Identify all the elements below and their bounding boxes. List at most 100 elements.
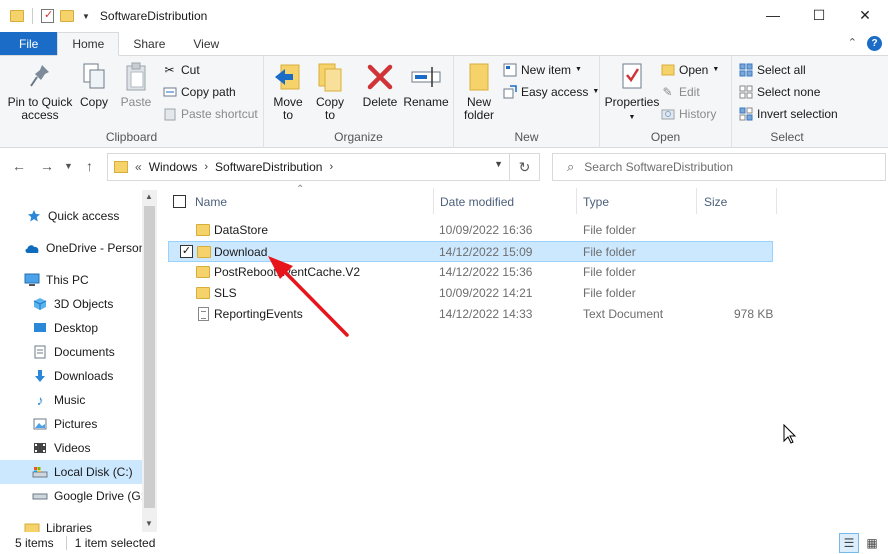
forward-arrow-icon[interactable]: → [40, 158, 54, 174]
recent-locations-chevron-icon[interactable]: ▼ [64, 161, 73, 171]
sidebar-item-quick-access[interactable]: Quick access [0, 204, 142, 228]
up-arrow-icon[interactable]: ↑ [86, 158, 93, 174]
copy-to-icon [314, 60, 346, 94]
delete-button[interactable]: Delete [360, 60, 400, 109]
file-row-reportingevents[interactable]: ReportingEvents 14/12/2022 14:33 Text Do… [168, 304, 773, 325]
breadcrumb-softwaredistribution[interactable]: SoftwareDistribution [215, 160, 322, 174]
column-header-name[interactable]: Name [195, 186, 227, 218]
new-item-button[interactable]: New item ▼ [502, 62, 582, 77]
open-button[interactable]: Open ▼ [660, 62, 719, 77]
minimize-button[interactable]: — [750, 0, 796, 30]
new-folder-button[interactable]: New folder [460, 60, 498, 122]
refresh-icon[interactable]: ↻ [510, 153, 540, 181]
close-button[interactable]: ✕ [842, 0, 888, 30]
copy-path-button[interactable]: Copy path [162, 84, 236, 99]
sidebar-item-3d-objects[interactable]: 3D Objects [0, 292, 142, 316]
select-all-checkbox[interactable] [173, 195, 186, 208]
select-none-button[interactable]: Select none [738, 84, 820, 99]
invert-selection-button[interactable]: Invert selection [738, 106, 838, 121]
sidebar-scrollbar[interactable]: ▲ ▼ [142, 190, 157, 532]
details-view-icon[interactable]: ☰ [839, 533, 859, 553]
properties-icon[interactable] [41, 8, 54, 23]
column-divider[interactable] [696, 188, 697, 214]
divider [32, 8, 33, 24]
move-to-button[interactable]: Move to [270, 60, 306, 122]
column-divider[interactable] [433, 188, 434, 214]
cube-icon [32, 297, 48, 311]
file-row-datastore[interactable]: DataStore 10/09/2022 16:36 File folder [168, 220, 773, 241]
row-checkbox-checked[interactable]: ✓ [180, 245, 193, 258]
tab-home[interactable]: Home [57, 32, 120, 56]
new-group: New folder New item ▼ Easy access ▼ New [454, 56, 600, 148]
column-header-date[interactable]: Date modified [440, 186, 514, 218]
invert-selection-label: Invert selection [757, 106, 838, 121]
search-input[interactable] [584, 160, 865, 174]
column-divider[interactable] [776, 188, 777, 214]
sidebar-item-libraries[interactable]: Libraries [0, 516, 142, 532]
scrollbar-thumb[interactable] [144, 206, 155, 508]
address-bar[interactable]: « Windows › SoftwareDistribution › ▼ [107, 153, 510, 181]
tab-file[interactable]: File [0, 32, 58, 55]
file-type: Text Document [583, 307, 664, 321]
open-folder-icon [660, 62, 675, 77]
sidebar-item-music[interactable]: ♪ Music [0, 388, 142, 412]
select-all-button[interactable]: Select all [738, 62, 806, 77]
ribbon-options: ⌃ ? [848, 36, 882, 51]
edit-label: Edit [679, 84, 700, 99]
new-folder-icon[interactable] [60, 10, 74, 22]
pin-to-quick-access-button[interactable]: Pin to Quick access [6, 60, 74, 122]
sidebar-item-label: Pictures [54, 417, 98, 431]
copy-to-button[interactable]: Copy to [312, 60, 348, 122]
chevron-right-icon[interactable]: › [204, 161, 208, 173]
help-icon[interactable]: ? [867, 36, 882, 51]
easy-access-button[interactable]: Easy access ▼ [502, 84, 599, 99]
selection-count: 1 item selected [74, 536, 156, 550]
column-divider[interactable] [576, 188, 577, 214]
large-icons-view-icon[interactable]: ▦ [862, 533, 882, 553]
properties-button[interactable]: Properties ▼ [604, 60, 660, 124]
search-box[interactable]: ⌕ [552, 153, 886, 181]
paste-button[interactable]: Paste [118, 60, 154, 109]
edit-button[interactable]: ✎ Edit [660, 84, 700, 99]
sidebar-item-google-drive[interactable]: Google Drive (G:) [0, 484, 142, 508]
invert-selection-icon [738, 106, 753, 121]
scroll-up-icon[interactable]: ▲ [145, 192, 153, 201]
sidebar-item-this-pc[interactable]: This PC [0, 268, 142, 292]
tab-share[interactable]: Share [119, 32, 179, 55]
window-title: SoftwareDistribution [99, 9, 208, 23]
cut-button[interactable]: ✂ Cut [162, 62, 199, 77]
sidebar-item-label: Quick access [48, 209, 120, 223]
file-date: 14/12/2022 15:09 [439, 245, 533, 259]
column-header-type[interactable]: Type [583, 186, 609, 218]
history-button[interactable]: History [660, 106, 716, 121]
sidebar-item-onedrive[interactable]: OneDrive - Personal [0, 236, 142, 260]
rename-button[interactable]: Rename [403, 60, 449, 109]
paste-shortcut-button[interactable]: Paste shortcut [162, 106, 258, 121]
file-row-sls[interactable]: SLS 10/09/2022 14:21 File folder [168, 283, 773, 304]
back-arrow-icon[interactable]: ← [12, 158, 26, 174]
address-history-dropdown-icon[interactable]: ▼ [494, 159, 503, 169]
chevron-right-icon[interactable]: › [329, 161, 333, 173]
sidebar-item-videos[interactable]: Videos [0, 436, 142, 460]
scroll-down-icon[interactable]: ▼ [145, 519, 153, 528]
maximize-button[interactable]: ☐ [796, 0, 842, 30]
folder-icon [196, 224, 210, 236]
customize-toolbar-dropdown-icon[interactable]: ▼ [82, 12, 90, 21]
column-header-size[interactable]: Size [704, 186, 727, 218]
file-row-download[interactable]: ✓ Download 14/12/2022 15:09 File folder [168, 241, 773, 262]
sidebar-item-local-disk[interactable]: Local Disk (C:) [0, 460, 142, 484]
collapse-ribbon-icon[interactable]: ⌃ [848, 36, 857, 51]
sidebar-item-documents[interactable]: Documents [0, 340, 142, 364]
library-icon [24, 521, 40, 532]
file-row-postrebooteventcache[interactable]: PostRebootEventCache.V2 14/12/2022 15:36… [168, 262, 773, 283]
sidebar-item-pictures[interactable]: Pictures [0, 412, 142, 436]
drive-icon [32, 465, 48, 479]
tab-view[interactable]: View [179, 32, 233, 55]
sidebar-item-downloads[interactable]: Downloads [0, 364, 142, 388]
sidebar-item-desktop[interactable]: Desktop [0, 316, 142, 340]
copy-button[interactable]: Copy [76, 60, 112, 109]
breadcrumb-windows[interactable]: Windows [149, 160, 198, 174]
ribbon: Pin to Quick access Copy Paste ✂ Cut Cop… [0, 56, 888, 148]
file-name: Download [214, 245, 268, 259]
overflow-chevron[interactable]: « [135, 160, 142, 174]
